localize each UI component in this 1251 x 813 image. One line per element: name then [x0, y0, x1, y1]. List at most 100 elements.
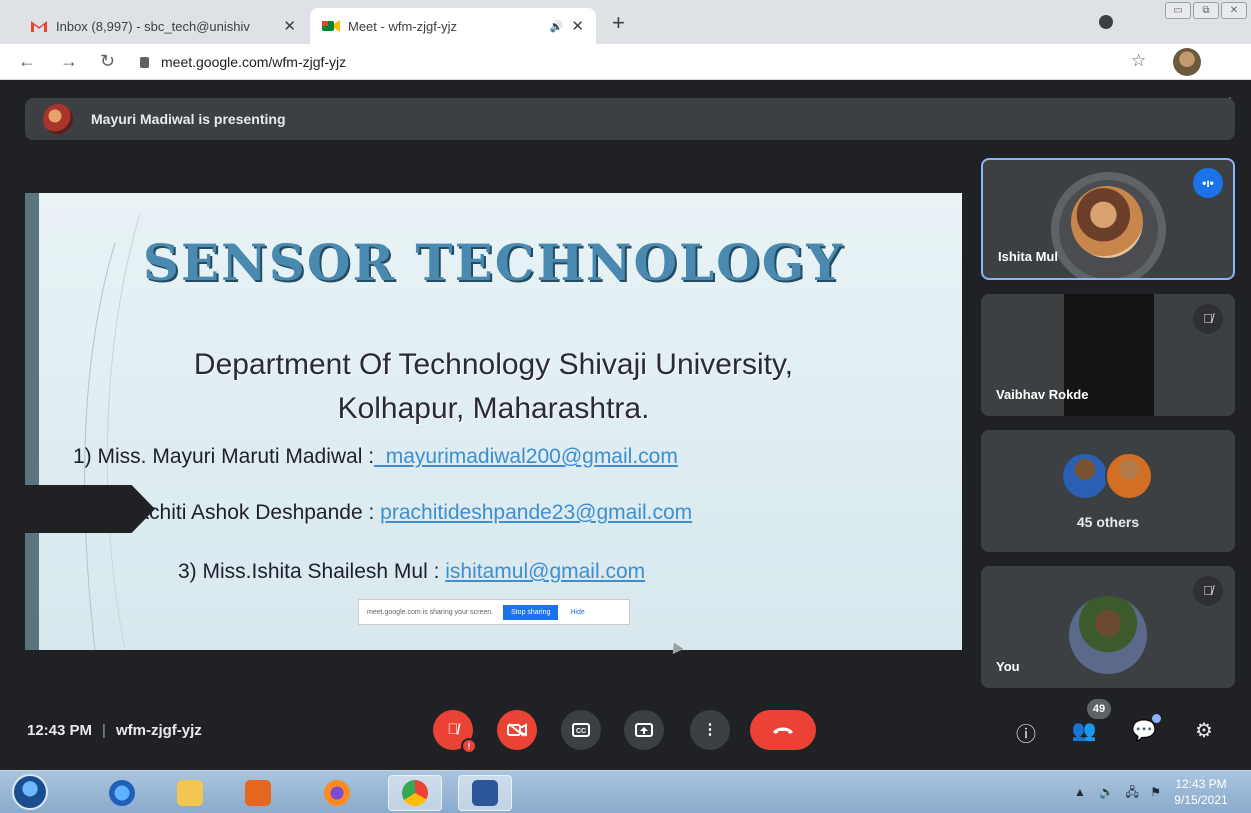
tab-close-icon[interactable]: ✕ — [571, 17, 584, 35]
stop-sharing-button[interactable]: Stop sharing — [503, 604, 559, 620]
present-button[interactable] — [624, 710, 664, 750]
shared-screen: SENSOR TECHNOLOGY Department Of Technolo… — [25, 193, 962, 650]
browser-tab-bar: Inbox (8,997) - sbc_tech@unishiv ✕ Meet … — [0, 0, 1251, 44]
lock-icon — [140, 56, 149, 68]
tab-title: Meet - wfm-zjgf-yjz — [348, 18, 458, 34]
more-options-button[interactable]: ⋮ — [690, 710, 730, 750]
participant-name: Ishita Mul — [998, 249, 1058, 264]
restore-icon[interactable]: ⧉ — [1193, 2, 1219, 19]
speaking-indicator-icon: •ı• — [1193, 168, 1223, 198]
url-text: meet.google.com/wfm-zjgf-yjz — [161, 54, 347, 70]
presenter-avatar — [43, 104, 73, 134]
speaker-icon[interactable]: 🔊 — [550, 20, 564, 33]
leave-call-button[interactable] — [750, 710, 816, 750]
action-center-icon[interactable]: ⚑ — [1150, 785, 1161, 799]
department-line-2: Kolhapur, Maharashtra. — [337, 392, 650, 425]
presenting-text: Mayuri Madiwal is presenting — [91, 111, 286, 127]
sharing-notice: meet.google.com is sharing your screen. … — [358, 599, 630, 625]
meeting-time: 12:43 PM — [27, 722, 93, 739]
browser-profile-avatar[interactable] — [1173, 48, 1201, 76]
clock-time: 12:43 PM — [1175, 777, 1227, 791]
bookmark-star-icon[interactable]: ☆ — [1131, 51, 1146, 71]
department-line-1: Department Of Technology Shivaji Univers… — [193, 348, 794, 381]
chrome-icon[interactable] — [388, 775, 442, 811]
slide-department: Department Of Technology Shivaji Univers… — [25, 343, 962, 431]
profile-dot-icon[interactable] — [1099, 15, 1113, 29]
camera-toggle-button[interactable] — [497, 710, 537, 750]
captions-button[interactable]: CC — [561, 710, 601, 750]
tab-close-icon[interactable]: ✕ — [283, 17, 296, 35]
member-label: 1) Miss. Mayuri Maruti Madiwal : — [73, 445, 375, 468]
back-arrow-icon[interactable]: ← — [18, 51, 36, 72]
activities-icon[interactable]: ⚙ — [1190, 718, 1218, 743]
tab-google-meet[interactable]: Meet - wfm-zjgf-yjz 🔊 ✕ — [310, 8, 596, 44]
show-hidden-icons-icon[interactable]: ▲ — [1074, 785, 1086, 799]
address-bar: ← → ↻ meet.google.com/wfm-zjgf-yjz ☆ ⋮ — [0, 44, 1251, 114]
hide-notice-button[interactable]: Hide — [570, 609, 584, 616]
taskbar-clock[interactable]: 12:43 PM 9/15/2021 — [1169, 776, 1233, 808]
present-screen-icon — [635, 723, 653, 738]
member-email[interactable]: prachitideshpande23@gmail.com — [380, 501, 692, 524]
volume-icon[interactable]: 🔈 — [1099, 785, 1114, 799]
avatar — [1105, 452, 1153, 500]
tab-gmail-inbox[interactable]: Inbox (8,997) - sbc_tech@unishiv ✕ — [18, 8, 308, 44]
tab-title: Inbox (8,997) - sbc_tech@unishiv — [56, 18, 250, 34]
network-icon[interactable]: 🖧 — [1126, 785, 1139, 799]
participant-tile[interactable]: 🎙̸ Vaibhav Rokde — [981, 294, 1235, 416]
firefox-icon[interactable] — [310, 775, 364, 811]
meeting-details-icon[interactable]: ⓘ — [1012, 718, 1040, 747]
gmail-icon — [30, 19, 48, 33]
others-count: 45 others — [1076, 514, 1140, 530]
svg-text:CC: CC — [576, 728, 586, 735]
captions-icon: CC — [572, 723, 590, 738]
slide-title: SENSOR TECHNOLOGY — [142, 233, 845, 292]
mic-toggle-button[interactable]: 🎙̸ ! — [433, 710, 477, 754]
chat-notification-dot — [1152, 714, 1161, 723]
hang-up-icon — [773, 727, 793, 735]
member-label: 3) Miss.Ishita Shailesh Mul : — [178, 560, 446, 583]
url-field[interactable]: meet.google.com/wfm-zjgf-yjz — [140, 50, 346, 74]
forward-arrow-icon[interactable]: → — [60, 51, 78, 72]
mic-off-icon: 🎙̸ — [447, 721, 459, 738]
reload-icon[interactable]: ↻ — [100, 51, 115, 72]
window-controls: ▭ ⧉ ✕ — [1163, 2, 1247, 19]
more-vert-icon: ⋮ — [702, 721, 718, 738]
slide-caption-arrow — [25, 485, 155, 533]
avatar — [1069, 596, 1147, 674]
sharing-notice-text: meet.google.com is sharing your screen. — [367, 608, 494, 616]
participant-name: You — [996, 659, 1020, 674]
participant-tile[interactable]: •ı• Ishita Mul — [981, 158, 1235, 280]
start-button[interactable] — [12, 774, 48, 810]
mic-off-icon: 🎙̸ — [1193, 576, 1223, 606]
presenting-banner: Mayuri Madiwal is presenting — [25, 98, 1235, 140]
camera-off-icon — [507, 723, 527, 737]
people-icon[interactable]: 👥 — [1070, 718, 1098, 743]
windows-taskbar: ▲ 🔈 🖧 ⚑ 12:43 PM 9/15/2021 — [0, 770, 1251, 813]
mic-off-icon: 🎙̸ — [1193, 304, 1223, 334]
participants-count-badge: 49 — [1087, 699, 1111, 719]
avatar — [1071, 186, 1143, 258]
member-email[interactable]: _mayurimadiwal200@gmail.com — [374, 445, 678, 468]
media-player-icon[interactable] — [231, 775, 285, 811]
member-1: 1) Miss. Mayuri Maruti Madiwal :_mayurim… — [73, 445, 678, 469]
member-3: 3) Miss.Ishita Shailesh Mul : ishitamul@… — [178, 560, 645, 584]
meeting-control-bar: 12:43 PM | wfm-zjgf-yjz 🎙̸ ! CC ⋮ ⓘ 👥 49 💬… — [0, 688, 1251, 770]
word-icon[interactable] — [458, 775, 512, 811]
minimize-icon[interactable]: ▭ — [1165, 2, 1191, 19]
participant-name: Vaibhav Rokde — [996, 387, 1089, 402]
close-window-icon[interactable]: ✕ — [1221, 2, 1247, 19]
participant-tile-others[interactable]: 45 others — [981, 430, 1235, 552]
meeting-info: 12:43 PM | wfm-zjgf-yjz — [27, 722, 202, 739]
internet-explorer-icon[interactable] — [95, 775, 149, 811]
meet-icon — [322, 19, 340, 33]
participant-tile-self[interactable]: 🎙̸ You — [981, 566, 1235, 688]
avatar — [1061, 452, 1109, 500]
separator: | — [102, 722, 106, 739]
meeting-code: wfm-zjgf-yjz — [115, 722, 202, 739]
alert-icon: ! — [461, 738, 477, 754]
file-explorer-icon[interactable] — [163, 775, 217, 811]
clock-date: 9/15/2021 — [1174, 793, 1228, 807]
system-tray: ▲ 🔈 🖧 ⚑ — [1074, 783, 1161, 804]
member-email[interactable]: ishitamul@gmail.com — [445, 560, 645, 583]
new-tab-button[interactable]: + — [612, 10, 625, 36]
